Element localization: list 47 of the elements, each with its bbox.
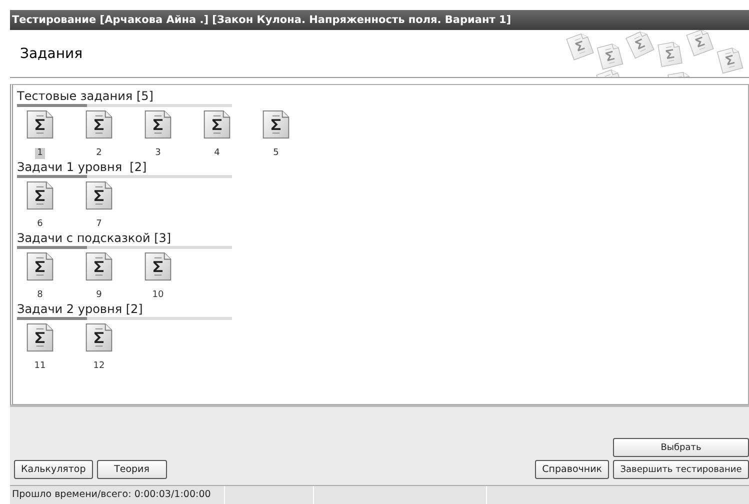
group-heading: Задачи 1 уровня [2]	[17, 159, 148, 175]
group-heading: Задачи 2 уровня [2]	[17, 301, 144, 317]
task-number: 9	[95, 290, 103, 301]
task-number: 2	[95, 148, 103, 159]
group-heading: Тестовые задания [5]	[17, 88, 154, 104]
sigma-document-icon	[84, 323, 114, 352]
select-button[interactable]: Выбрать	[613, 438, 749, 457]
toolbar-button[interactable]: Справочник	[535, 460, 609, 479]
task-number: 4	[213, 148, 221, 159]
task-item[interactable]: 1	[23, 110, 57, 159]
sigma-document-icon	[261, 110, 291, 139]
sigma-document-icon	[25, 323, 55, 352]
task-number: 3	[154, 148, 162, 159]
section-title: Задания	[19, 46, 84, 62]
task-item[interactable]: 10	[141, 252, 175, 301]
sigma-document-icon	[84, 110, 114, 139]
task-item[interactable]: 9	[82, 252, 116, 301]
task-number: 7	[95, 219, 103, 230]
task-number: 11	[33, 361, 47, 372]
task-item[interactable]: 11	[23, 323, 57, 372]
task-item[interactable]: 8	[23, 252, 57, 301]
elapsed-time: Прошло времени/всего: 0:00:03/1:00:00	[10, 486, 225, 504]
sigma-document-icon	[202, 110, 232, 139]
toolbar-button[interactable]: Калькулятор	[14, 460, 93, 479]
task-item[interactable]: 6	[23, 181, 57, 230]
task-item[interactable]: 12	[82, 323, 116, 372]
task-item[interactable]: 4	[200, 110, 234, 159]
task-number: 8	[36, 290, 44, 301]
toolbar-button[interactable]: Теория	[96, 460, 167, 479]
sigma-document-icon	[84, 252, 114, 281]
group-heading: Задачи с подсказкой [3]	[17, 230, 172, 246]
task-number: 1	[35, 148, 45, 159]
task-item[interactable]: 3	[141, 110, 175, 159]
sigma-document-icon	[84, 181, 114, 210]
sigma-document-icon	[143, 110, 173, 139]
sigma-document-icon	[143, 252, 173, 281]
task-item[interactable]: 7	[82, 181, 116, 230]
toolbar-button[interactable]: Завершить тестирование	[613, 460, 749, 479]
sigma-document-icon	[25, 181, 55, 210]
task-number: 5	[272, 148, 280, 159]
sigma-document-icon	[25, 252, 55, 281]
task-number: 6	[36, 219, 44, 230]
task-item[interactable]: 2	[82, 110, 116, 159]
task-item[interactable]: 5	[259, 110, 293, 159]
sigma-document-icon	[25, 110, 55, 139]
task-number: 10	[151, 290, 165, 301]
task-number: 12	[92, 361, 106, 372]
